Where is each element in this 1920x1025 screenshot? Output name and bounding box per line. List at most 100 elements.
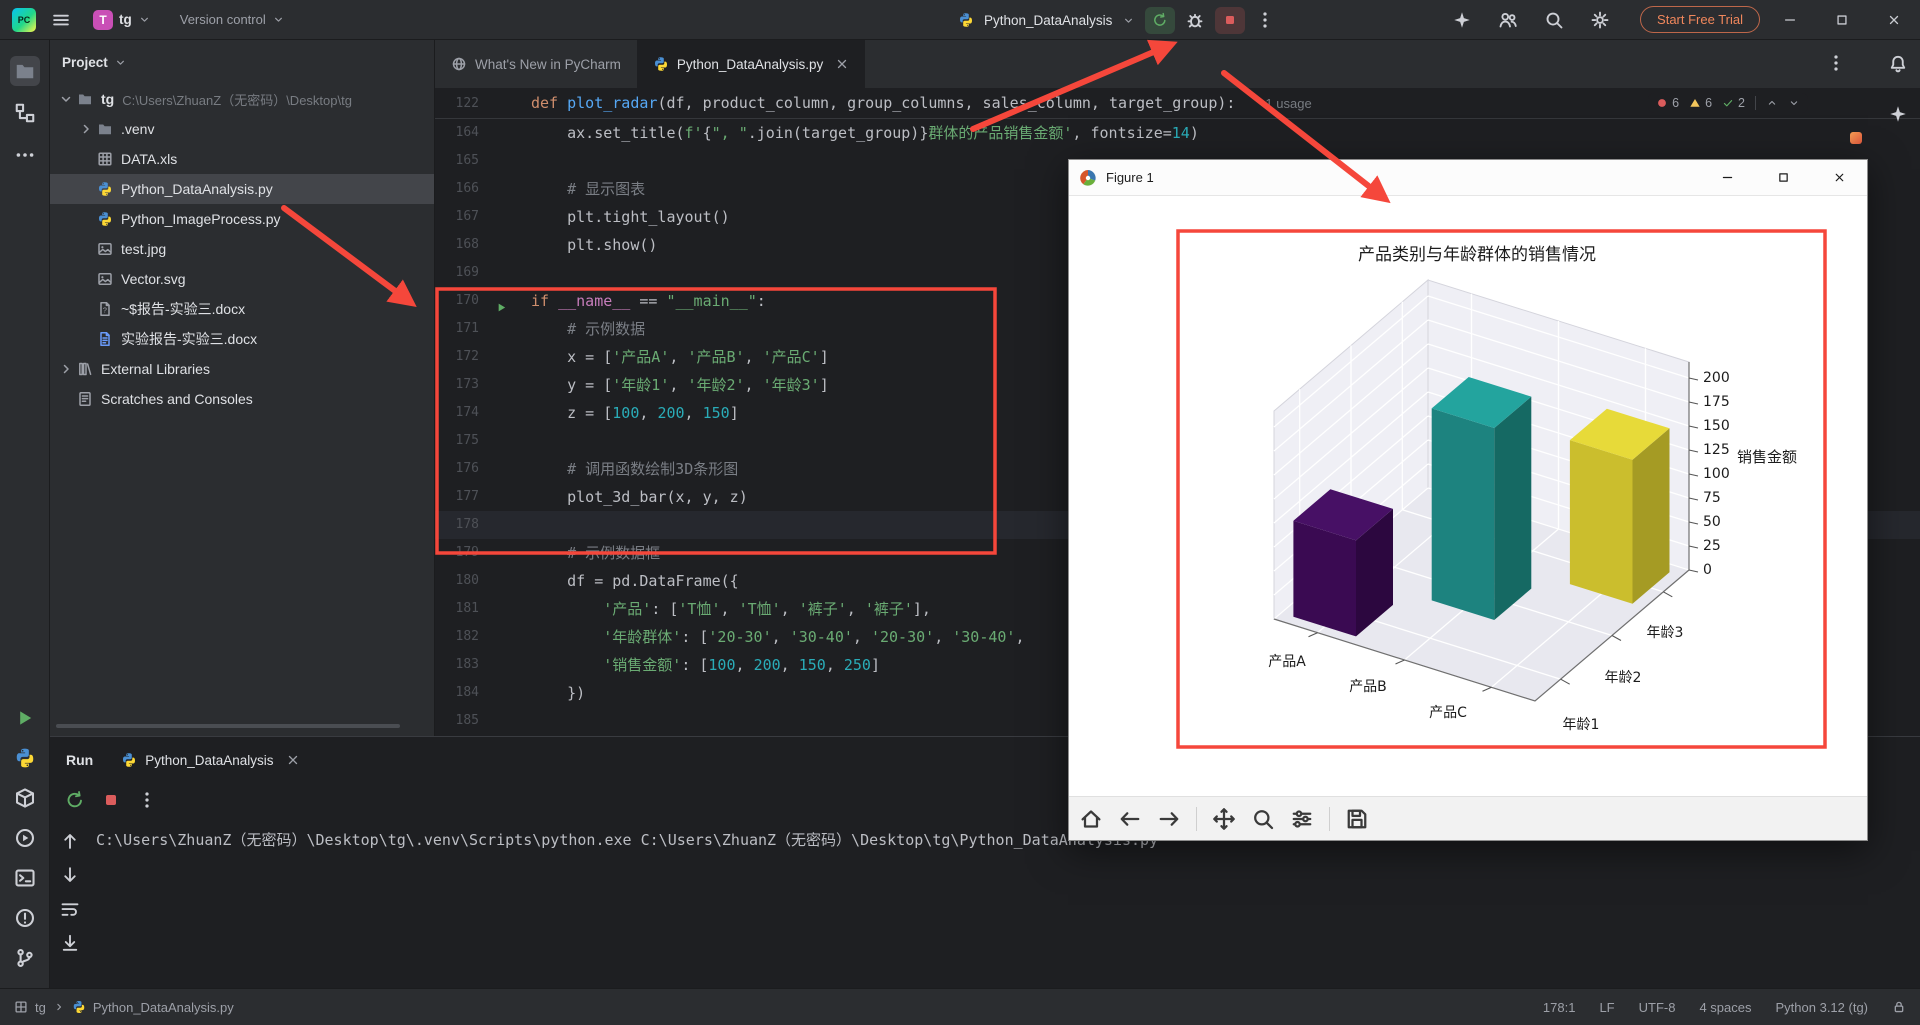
warning-counter[interactable]: 6 [1689,96,1712,110]
bar3d-chart: 产品类别与年龄群体的销售情况 产品A 产品B 产品C 年龄1 年龄2 年龄3 2… [1268,245,1797,733]
configure-subplots-button[interactable] [1290,807,1314,831]
lock-icon[interactable] [1892,1000,1906,1014]
vcs-widget[interactable]: Version control [173,8,292,31]
main-menu-icon[interactable] [51,10,71,30]
debug-button[interactable] [1185,10,1205,30]
run-button[interactable] [1145,6,1176,34]
tool-python-packages-button[interactable] [10,743,40,773]
tree-item[interactable]: Scratches and Consoles [50,384,434,414]
stop-process-button[interactable] [101,790,121,810]
chevron-down-icon[interactable] [114,56,127,69]
window-minimize-button[interactable] [1764,0,1816,40]
file-encoding[interactable]: UTF-8 [1639,1000,1676,1015]
tab-whats-new[interactable]: What's New in PyCharm [435,40,637,88]
tool-problems-button[interactable] [10,903,40,933]
more-tool-windows-button[interactable] [10,140,40,170]
ai-assistant-icon[interactable] [1452,10,1472,30]
horizontal-scrollbar[interactable] [56,724,400,728]
more-options-icon[interactable] [137,790,157,810]
python-interpreter[interactable]: Python 3.12 (tg) [1776,1000,1869,1015]
tool-vcs-button[interactable] [10,943,40,973]
tab-python-dataanalysis[interactable]: Python_DataAnalysis.py [636,40,866,88]
figure-maximize-button[interactable] [1755,160,1811,196]
window-close-button[interactable] [1868,0,1920,40]
prev-occurrence-button[interactable] [60,831,80,851]
chevron-down-icon[interactable] [58,91,74,107]
indent-style[interactable]: 4 spaces [1699,1000,1751,1015]
figure-title-bar[interactable]: Figure 1 [1069,160,1867,196]
prev-problem-button[interactable] [1766,97,1778,109]
pan-button[interactable] [1212,807,1236,831]
figure-canvas[interactable]: 产品类别与年龄群体的销售情况 产品A 产品B 产品C 年龄1 年龄2 年龄3 2… [1069,196,1867,796]
project-avatar: T [93,9,113,30]
tree-item[interactable]: DATA.xls [50,144,434,174]
figure-close-button[interactable] [1811,160,1867,196]
ai-tool-window-icon[interactable] [1888,104,1908,124]
tree-item[interactable]: ? ~$报告-实验三.docx [50,294,434,324]
next-problem-button[interactable] [1788,97,1800,109]
tool-services-button[interactable] [10,823,40,853]
home-view-button[interactable] [1079,807,1103,831]
code-text: '销售金额': [100, 200, 150, 250] [603,656,880,674]
more-run-actions-icon[interactable] [1255,10,1275,30]
start-free-trial-button[interactable]: Start Free Trial [1640,6,1760,33]
project-window-icon[interactable] [14,1000,28,1014]
tool-structure-button[interactable] [10,98,40,128]
inspections-widget[interactable]: 6 6 2 [1648,93,1808,113]
tree-item[interactable]: .venv [50,114,434,144]
z-axis-label: 销售金额 [1737,448,1797,466]
tree-item[interactable]: test.jpg [50,234,434,264]
soft-wrap-button[interactable] [60,899,80,919]
tree-item[interactable]: Python_ImageProcess.py [50,204,434,234]
window-maximize-button[interactable] [1816,0,1868,40]
close-tab-icon[interactable] [835,57,849,71]
error-counter[interactable]: 6 [1656,96,1679,110]
rerun-button[interactable] [65,790,85,810]
next-occurrence-button[interactable] [60,865,80,885]
code-line[interactable]: 164 ax.set_title(f'{", ".join(target_gro… [435,119,1920,147]
stop-button[interactable] [1215,6,1246,34]
breadcrumb-project[interactable]: tg [35,1000,46,1015]
back-view-button[interactable] [1118,807,1142,831]
breadcrumb-file[interactable]: Python_DataAnalysis.py [93,1000,234,1015]
tool-packages-button[interactable] [10,783,40,813]
line-number: 170 [455,293,479,308]
close-tab-icon[interactable] [286,753,300,767]
tree-item-label: Python_ImageProcess.py [121,211,281,227]
save-figure-button[interactable] [1345,807,1369,831]
forward-view-button[interactable] [1157,807,1181,831]
usage-hint[interactable]: 1 usage [1265,96,1311,111]
code-text: plt.tight_layout() [531,208,730,226]
chevron-right-icon[interactable] [58,361,74,377]
run-line-icon[interactable] [495,295,508,311]
run-console-tab[interactable]: Python_DataAnalysis [121,752,299,768]
figure-minimize-button[interactable] [1699,160,1755,196]
tree-item[interactable]: 实验报告-实验三.docx [50,324,434,354]
code-with-me-icon[interactable] [1498,10,1518,30]
caret-position[interactable]: 178:1 [1543,1000,1576,1015]
search-everywhere-icon[interactable] [1544,10,1564,30]
tree-item[interactable]: External Libraries [50,354,434,384]
tree-item[interactable]: tg C:\Users\ZhuanZ（无密码）\Desktop\tg [50,84,434,114]
project-widget[interactable]: T tg [86,6,158,34]
tool-run-button[interactable] [10,703,40,733]
tool-project-button[interactable] [9,56,40,86]
tree-item[interactable]: Vector.svg [50,264,434,294]
chevron-right-icon[interactable] [78,121,94,137]
tree-item-label: External Libraries [101,361,210,377]
zoom-rect-button[interactable] [1251,807,1275,831]
y-tick-label: 年龄2 [1605,670,1642,686]
run-config-selector[interactable]: Python_DataAnalysis [984,13,1112,28]
line-separator[interactable]: LF [1599,1000,1614,1015]
settings-icon[interactable] [1590,10,1610,30]
tree-item[interactable]: Python_DataAnalysis.py [50,174,434,204]
passed-counter[interactable]: 2 [1722,96,1745,110]
tool-terminal-button[interactable] [10,863,40,893]
notifications-bell-icon[interactable] [1888,54,1908,74]
scroll-to-end-button[interactable] [60,933,80,953]
editor-options-icon[interactable] [1826,53,1846,73]
xls-icon [97,151,113,167]
python-icon [121,752,137,768]
